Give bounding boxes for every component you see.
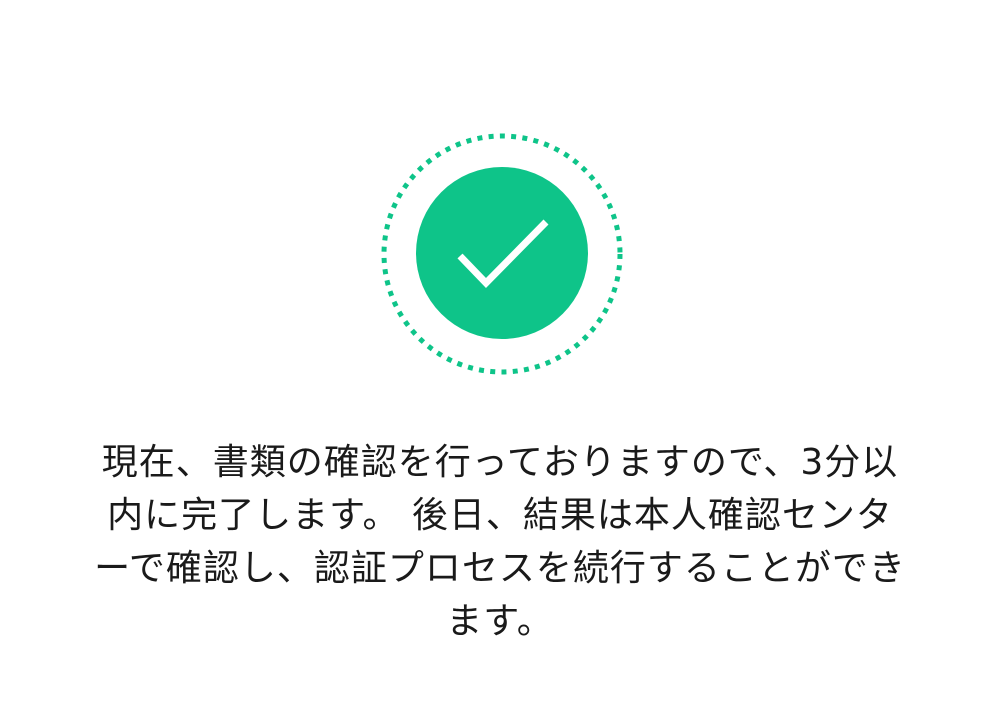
filled-circle [416, 167, 588, 339]
message-line-3: ーで確認し、認証プロセスを続行することができ [94, 548, 906, 589]
confirmation-message: 現在、書類の確認を行っておりますので、3分以 内に完了します。 後日、結果は本人… [70, 436, 930, 648]
message-line-2: 内に完了します。 後日、結果は本人確認センタ [107, 495, 893, 536]
success-check-icon [380, 132, 624, 376]
message-line-1: 現在、書類の確認を行っておりますので、3分以 [101, 442, 899, 483]
message-line-4: ます。 [446, 601, 554, 642]
